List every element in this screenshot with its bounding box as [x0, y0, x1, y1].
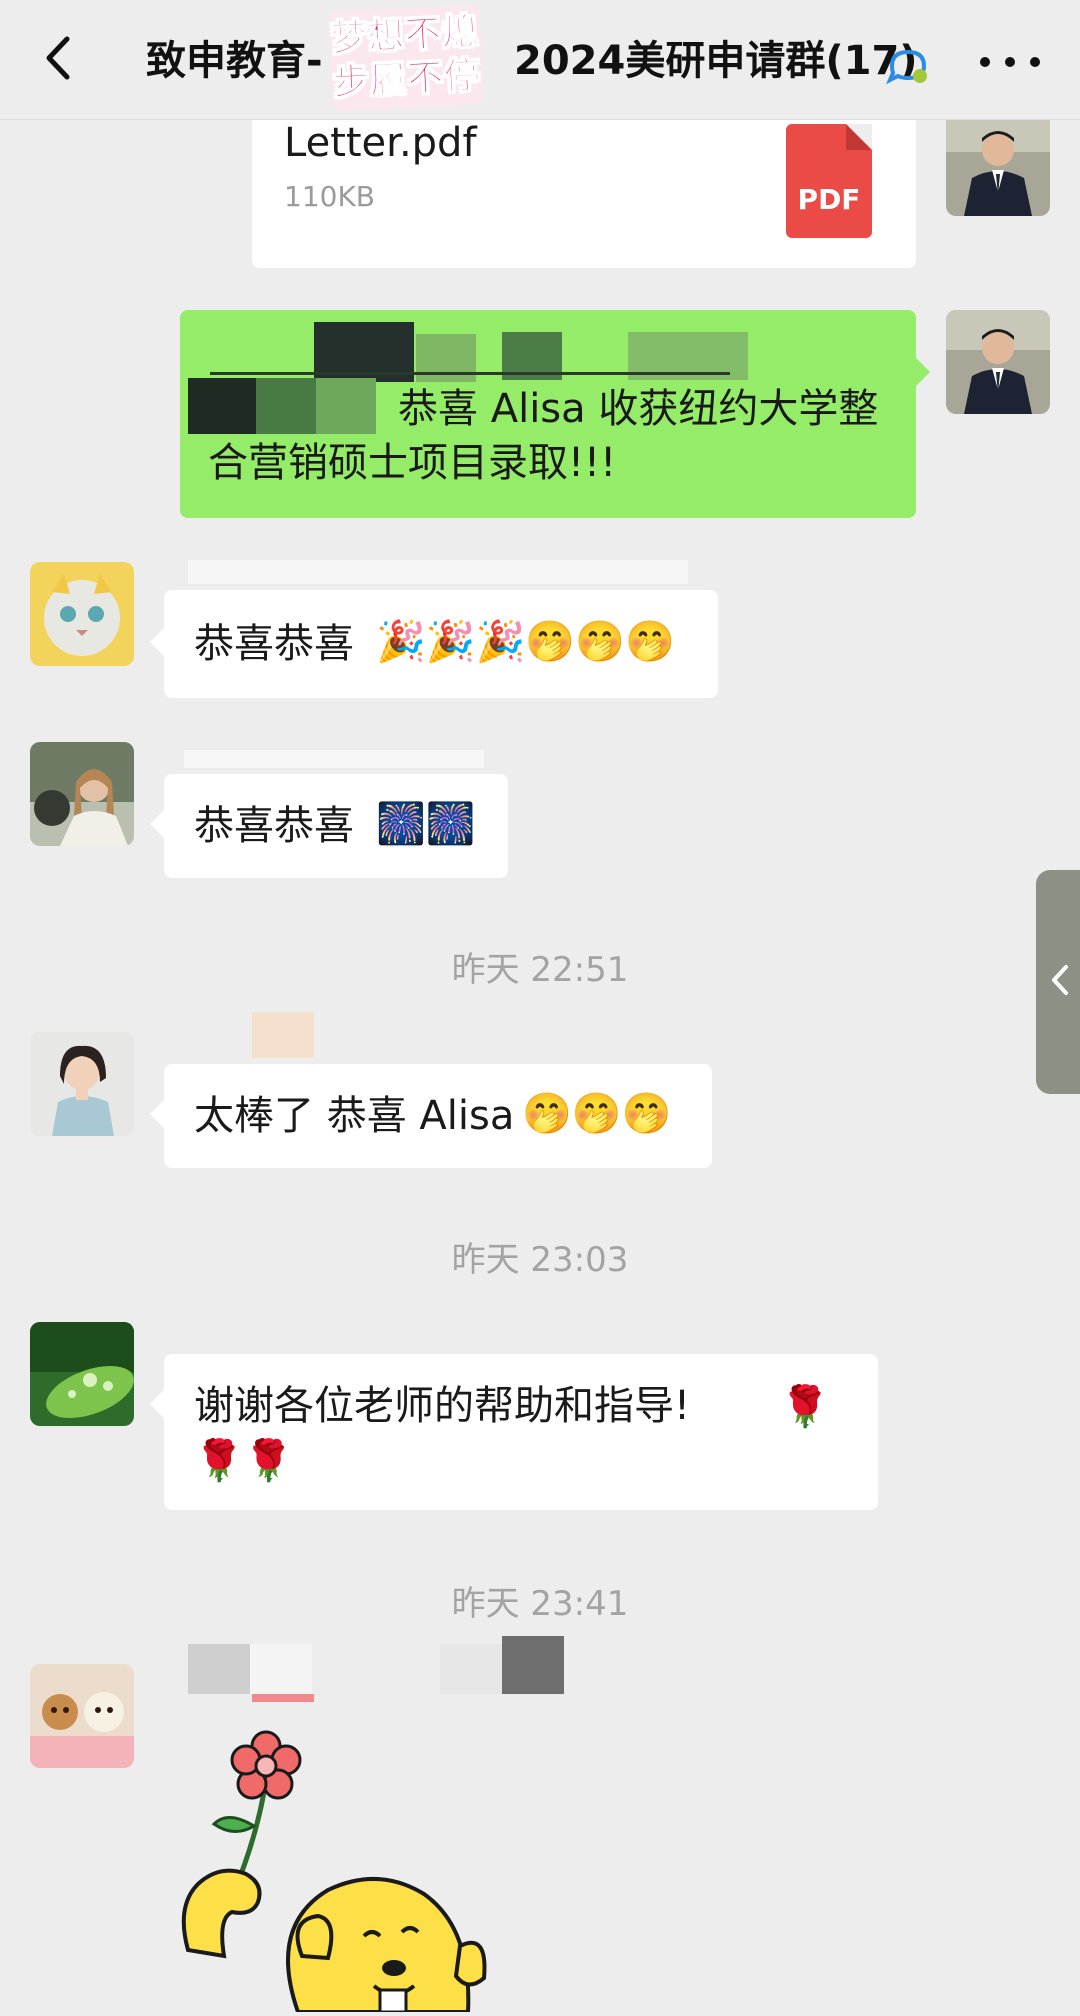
motto-sticker: 梦想不熄 步履不停	[327, 4, 485, 112]
bubble-tail	[150, 628, 164, 656]
timestamp: 昨天 22:51	[451, 950, 629, 990]
redaction-blur	[502, 1636, 564, 1694]
more-button[interactable]	[980, 40, 1040, 84]
timestamp: 昨天 23:03	[451, 1240, 629, 1280]
redaction-blur	[252, 1694, 314, 1702]
message-emoji: 🌹🌹🌹	[194, 1384, 830, 1484]
group-chat-icon	[886, 42, 932, 104]
message-text: 恭喜 Alisa 收获纽约大学整合营销硕士项目录取!!!	[208, 386, 879, 486]
redaction-blur	[250, 1644, 312, 1694]
sticker-line-1: 梦想不熄	[329, 11, 480, 61]
bubble-tail	[916, 358, 930, 386]
avatar-self[interactable]	[946, 310, 1050, 414]
message-emoji: 🎉🎉🎉🤭🤭🤭	[376, 619, 675, 665]
file-name: Letter.pdf	[284, 120, 477, 166]
chevron-left-icon	[1050, 963, 1070, 1001]
back-button[interactable]	[30, 28, 86, 92]
message-text: 恭喜恭喜	[194, 803, 354, 849]
timestamp: 昨天 23:41	[451, 1584, 629, 1624]
message-text: 太棒了 恭喜 Alisa	[194, 1093, 515, 1139]
message-emoji: 🎆🎆	[376, 801, 476, 847]
pdf-label: PDF	[797, 183, 861, 216]
file-size: 110KB	[284, 180, 376, 213]
avatar-leaf[interactable]	[30, 1322, 134, 1426]
message-bubble-incoming[interactable]: 恭喜恭喜 🎆🎆	[150, 750, 508, 878]
bubble-tail	[150, 810, 164, 838]
avatar-portrait[interactable]	[30, 742, 134, 846]
message-bubble-incoming[interactable]: 恭喜恭喜 🎉🎉🎉🤭🤭🤭	[150, 560, 718, 698]
avatar-toys[interactable]	[30, 1664, 134, 1768]
chat-title-right: 2024美研申请群(17)	[514, 38, 918, 84]
chat-area: Letter.pdf 110KB PDF 恭喜 Alisa 收获纽约大学整合营销…	[0, 0, 1080, 2014]
flower-dog-sticker[interactable]	[168, 1706, 508, 2014]
chat-title: 致申教育- 2024美研申请群(17)	[146, 30, 927, 92]
bubble-tail	[150, 1390, 164, 1418]
message-bubble-incoming[interactable]: 太棒了 恭喜 Alisa 🤭🤭🤭	[150, 1064, 712, 1168]
chat-header: 致申教育- 2024美研申请群(17) 梦想不熄 步履不停	[0, 0, 1080, 120]
redaction-blur	[188, 1644, 250, 1694]
avatar-cat[interactable]	[30, 562, 134, 666]
avatar-woman[interactable]	[30, 1032, 134, 1136]
bubble-tail	[150, 1100, 164, 1128]
message-bubble-outgoing[interactable]: 恭喜 Alisa 收获纽约大学整合营销硕士项目录取!!!	[180, 310, 930, 518]
redaction-blur	[184, 750, 484, 768]
side-panel-handle[interactable]	[1036, 870, 1080, 1094]
redaction-blur	[440, 1644, 502, 1694]
redaction-line	[210, 372, 730, 375]
chat-title-left: 致申教育-	[146, 38, 323, 84]
sticker-line-2: 步履不停	[332, 55, 483, 105]
file-message-card[interactable]: Letter.pdf 110KB PDF	[252, 100, 916, 268]
message-bubble-incoming[interactable]: 谢谢各位老师的帮助和指导! 🌹🌹🌹	[150, 1354, 878, 1510]
message-text: 恭喜恭喜	[194, 621, 354, 667]
avatar-self[interactable]	[946, 112, 1050, 216]
pdf-icon: PDF	[786, 124, 872, 238]
redaction-blur	[252, 1012, 314, 1058]
message-emoji: 🤭🤭🤭	[522, 1091, 672, 1137]
more-icon	[980, 57, 1040, 67]
redaction-blur	[188, 560, 688, 584]
back-arrow-icon	[43, 35, 73, 85]
